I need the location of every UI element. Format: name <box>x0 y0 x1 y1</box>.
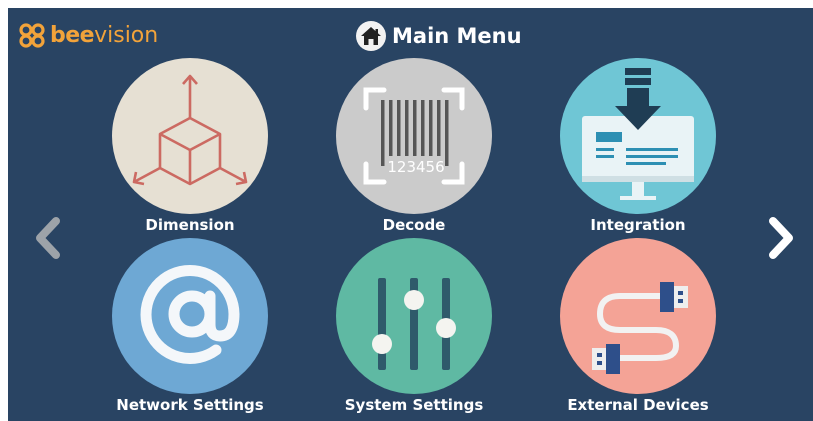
menu-label-network-settings: Network Settings <box>116 396 264 414</box>
page-title: Main Menu <box>356 21 522 51</box>
menu-tile-dimension[interactable]: Dimension <box>112 58 268 248</box>
logo-text-bee: bee <box>50 22 95 48</box>
menu-label-system-settings: System Settings <box>344 396 484 414</box>
menu-tile-network-settings[interactable]: Network Settings <box>112 238 268 421</box>
at-sign-icon <box>112 238 268 394</box>
main-menu-screen: bee vision Main Menu Dimension 123456 De… <box>8 8 813 421</box>
menu-tile-system-settings[interactable]: System Settings <box>336 238 492 421</box>
sliders-icon <box>336 238 492 394</box>
page-title-text: Main Menu <box>392 24 522 48</box>
logo-text-vision: vision <box>94 22 159 48</box>
beevision-logo: bee vision <box>18 22 158 48</box>
barcode-icon: 123456 <box>336 58 492 214</box>
prev-page-button[interactable] <box>30 213 66 263</box>
home-icon[interactable] <box>356 21 386 51</box>
menu-tile-integration[interactable]: Integration <box>560 58 716 248</box>
monitor-download-icon <box>560 58 716 214</box>
usb-cable-icon <box>560 238 716 394</box>
menu-label-dimension: Dimension <box>145 216 235 234</box>
chevron-left-icon <box>36 217 60 259</box>
cube-dimension-icon <box>112 58 268 214</box>
chevron-right-icon <box>769 217 793 259</box>
menu-label-integration: Integration <box>590 216 686 234</box>
bee-logo-icon <box>19 23 45 48</box>
menu-tile-external-devices[interactable]: External Devices <box>560 238 716 421</box>
menu-label-decode: Decode <box>382 216 446 234</box>
menu-label-external-devices: External Devices <box>567 396 709 414</box>
barcode-number: 123456 <box>387 158 444 176</box>
next-page-button[interactable] <box>763 213 799 263</box>
menu-tile-decode[interactable]: 123456 Decode <box>336 58 492 248</box>
